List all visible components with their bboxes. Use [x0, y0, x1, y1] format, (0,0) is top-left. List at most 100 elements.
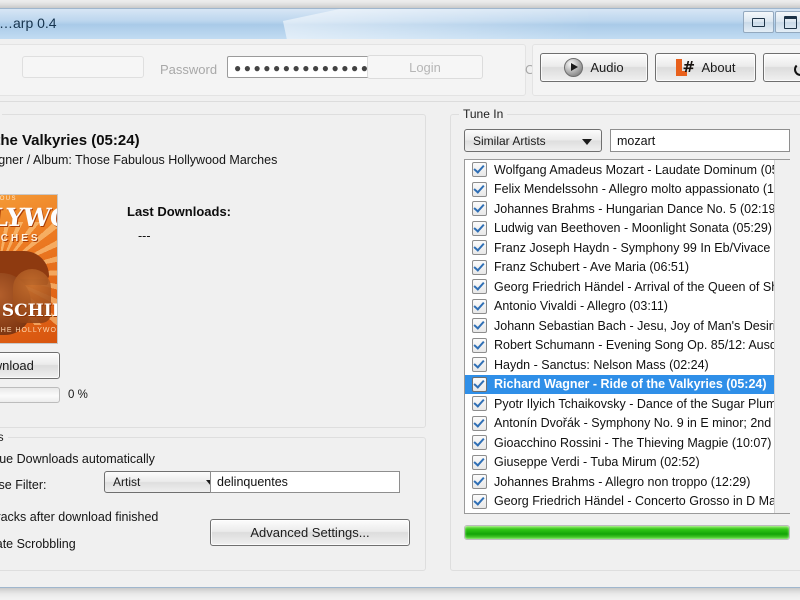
checkbox-icon[interactable]	[472, 259, 487, 275]
tune-in-query-input[interactable]: mozart	[610, 129, 790, 152]
list-item[interactable]: Johann Sebastian Bach - Jesu, Joy of Man…	[465, 316, 789, 336]
maximize-icon	[784, 15, 797, 29]
list-item-label: Georg Friedrich Händel - Concerto Grosso…	[494, 494, 789, 509]
checkbox-icon[interactable]	[472, 474, 487, 490]
list-item[interactable]: Richard Wagner - Ride of the Valkyries (…	[465, 374, 789, 394]
list-item-label: Ludwig van Beethoven - Moonlight Sonata …	[494, 221, 772, 236]
application-window: …arp 0.4 …ne Password ●●●●●●●●●●●●●●● Lo…	[0, 0, 800, 600]
checkbox-icon[interactable]	[472, 162, 487, 178]
tune-in-track-list[interactable]: Wolfgang Amadeus Mozart - Laudate Dominu…	[464, 159, 790, 514]
list-item[interactable]: Haydn - Sanctus: Nelson Mass (02:24)	[465, 355, 789, 375]
list-item[interactable]: Wolfgang Amadeus Mozart - Laudate Dominu…	[465, 160, 789, 180]
download-button[interactable]: Download	[0, 352, 60, 379]
download-progress-percent: 0 %	[68, 389, 88, 401]
tune-in-progress-bar	[464, 525, 790, 540]
list-item-label: Antonio Vivaldi - Allegro (03:11)	[494, 299, 668, 314]
power-button[interactable]	[763, 53, 800, 82]
login-button[interactable]: Login	[367, 55, 483, 79]
tune-in-mode-value: Similar Artists	[473, 133, 546, 148]
title-bar: …arp 0.4	[0, 9, 800, 40]
download-progress-bar	[0, 387, 60, 403]
list-item-label: Gioacchino Rossini - The Thieving Magpie…	[494, 435, 772, 450]
use-filter-checkbox[interactable]: …Use Filter:	[0, 477, 46, 492]
audio-button-label: Audio	[590, 60, 624, 75]
window-title: …arp 0.4	[0, 15, 57, 31]
list-item[interactable]: Robert Schumann - Evening Song Op. 85/12…	[465, 336, 789, 356]
continue-downloads-checkbox[interactable]: …inue Downloads automatically	[0, 451, 155, 466]
checkbox-icon[interactable]	[472, 357, 487, 373]
checkbox-icon[interactable]	[472, 298, 487, 314]
minimize-button[interactable]	[743, 11, 774, 33]
window-frame: …arp 0.4 …ne Password ●●●●●●●●●●●●●●● Lo…	[0, 8, 800, 588]
list-item[interactable]: Georg Friedrich Händel - Concerto Grosso…	[465, 492, 789, 512]
list-item[interactable]: Ludwig van Beethoven - Moonlight Sonata …	[465, 219, 789, 239]
list-item[interactable]: Franz Joseph Haydn - Symphony 99 In Eb/V…	[465, 238, 789, 258]
list-item[interactable]: Antonio Vivaldi - Allegro (03:11)	[465, 297, 789, 317]
tune-in-mode-select[interactable]: Similar Artists	[464, 129, 602, 152]
list-item[interactable]: Antonín Dvořák - Symphony No. 9 in E min…	[465, 414, 789, 434]
play-icon	[564, 58, 584, 77]
list-item-label: Felix Mendelssohn - Allegro molto appass…	[494, 182, 789, 197]
album-art-marches: MARCHES	[0, 233, 41, 244]
advanced-settings-button[interactable]: Advanced Settings...	[210, 519, 410, 546]
list-item[interactable]: Johannes Brahms - Allegro non troppo (12…	[465, 472, 789, 492]
tag-tracks-checkbox[interactable]: … tracks after download finished	[0, 509, 158, 524]
continue-downloads-label: …inue Downloads automatically	[0, 451, 155, 466]
list-item-label: Franz Schubert - Ave Maria (06:51)	[494, 260, 689, 275]
checkbox-icon[interactable]	[472, 318, 487, 334]
list-item-label: Giuseppe Verdi - Tuba Mirum (02:52)	[494, 455, 700, 470]
checkbox-icon[interactable]	[472, 435, 487, 451]
list-item[interactable]: Felix Mendelssohn - Allegro molto appass…	[465, 180, 789, 200]
last-downloads-label: Last Downloads:	[127, 204, 232, 219]
list-item-label: Pyotr Ilyich Tchaikovsky - Dance of the …	[494, 396, 789, 411]
album-art-composer: …ALO SCHIFRIN	[0, 301, 57, 321]
settings-group-title: …ttings	[0, 430, 8, 444]
use-filter-label: …Use Filter:	[0, 477, 47, 492]
track-list-scrollbar[interactable]	[774, 160, 790, 513]
checkbox-icon[interactable]	[472, 279, 487, 295]
filter-field-select[interactable]: Artist	[104, 471, 226, 493]
checkbox-icon[interactable]	[472, 493, 487, 509]
list-item[interactable]: Johannes Brahms - Hungarian Dance No. 5 …	[465, 199, 789, 219]
checkbox-icon[interactable]	[472, 181, 487, 197]
checkbox-icon[interactable]	[472, 337, 487, 353]
minimize-icon	[752, 17, 765, 27]
checkbox-icon[interactable]	[472, 240, 487, 256]
audio-button[interactable]: Audio	[540, 53, 648, 82]
checkbox-icon[interactable]	[472, 454, 487, 470]
checkbox-icon[interactable]	[472, 376, 487, 392]
power-icon	[792, 58, 800, 77]
list-item[interactable]: Gioacchino Rossini - The Thieving Magpie…	[465, 433, 789, 453]
list-item-label: Antonín Dvořák - Symphony No. 9 in E min…	[494, 416, 789, 431]
list-item[interactable]: Giuseppe Verdi - Tuba Mirum (02:52)	[465, 453, 789, 473]
about-button-label: About	[701, 60, 736, 75]
about-button[interactable]: # About	[655, 53, 756, 82]
filter-field-value: Artist	[113, 475, 141, 489]
album-art: THOSE FABULOUS HOLLYWOOD MARCHES …ALO SC…	[0, 194, 58, 344]
scrobbling-label: …vate Scrobbling	[0, 536, 76, 551]
list-item[interactable]: Pyotr Ilyich Tchaikovsky - Dance of the …	[465, 394, 789, 414]
list-item-label: Haydn - Sanctus: Nelson Mass (02:24)	[494, 357, 709, 372]
window-controls	[743, 11, 800, 33]
album-art-top-small: THOSE FABULOUS	[0, 196, 17, 202]
list-item-label: Richard Wagner - Ride of the Valkyries (…	[494, 377, 767, 392]
username-input[interactable]	[22, 56, 144, 78]
album-art-subtitle: …CONDUCTS THE HOLLYWOOD SYMPHONY ORCHEST…	[0, 327, 57, 334]
track-title: …of the Valkyries (05:24)	[0, 132, 140, 149]
scrobbling-checkbox[interactable]: …vate Scrobbling	[0, 536, 76, 551]
checkbox-icon[interactable]	[472, 396, 487, 412]
list-item[interactable]: Franz Schubert - Ave Maria (06:51)	[465, 258, 789, 278]
list-item[interactable]: Georg Friedrich Händel - Arrival of the …	[465, 277, 789, 297]
maximize-button[interactable]	[775, 11, 800, 33]
filter-value-input[interactable]: delinquentes	[210, 471, 400, 493]
list-item-label: Johann Sebastian Bach - Jesu, Joy of Man…	[494, 318, 789, 333]
chevron-down-icon	[582, 138, 592, 145]
checkbox-icon[interactable]	[472, 415, 487, 431]
top-toolbar-strip: …ne Password ●●●●●●●●●●●●●●● Login OK Au…	[0, 39, 800, 102]
checkbox-icon[interactable]	[472, 201, 487, 217]
checkbox-icon[interactable]	[472, 220, 487, 236]
current-track-group-title: …rack	[0, 107, 2, 121]
password-label: Password	[160, 62, 218, 77]
track-subtitle: … Wagner / Album: Those Fabulous Hollywo…	[0, 153, 278, 167]
list-item-label: Wolfgang Amadeus Mozart - Laudate Dominu…	[494, 162, 789, 177]
